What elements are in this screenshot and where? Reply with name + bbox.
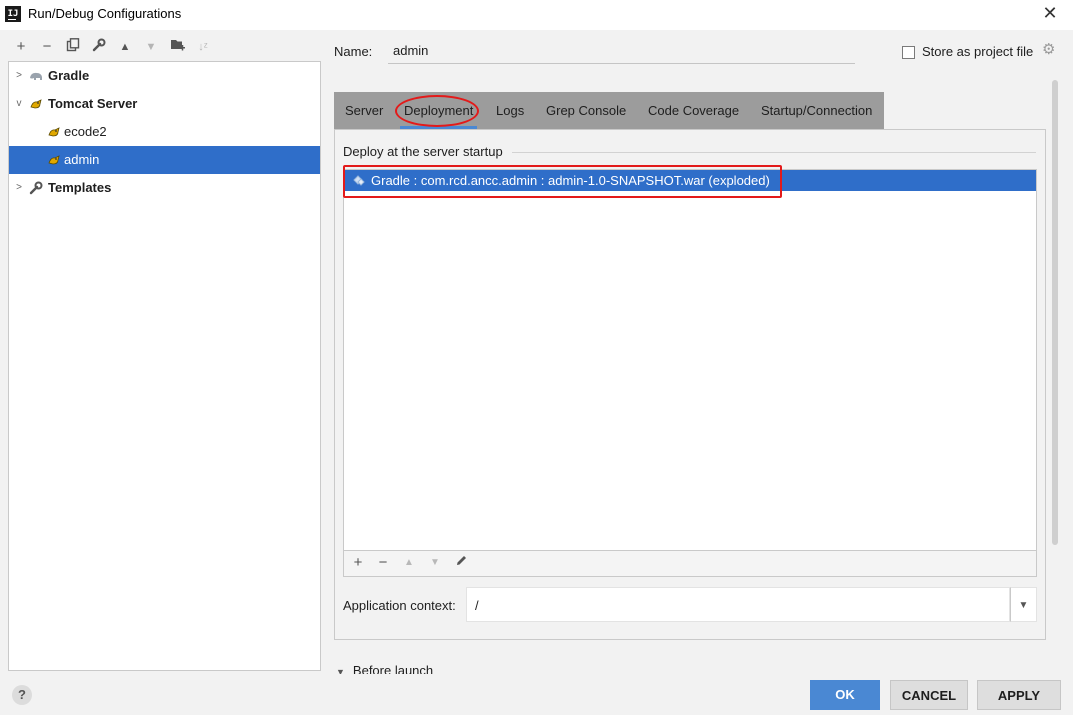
copy-icon [66,38,80,52]
tree-item-label: Templates [48,180,112,195]
application-context-label: Application context: [343,598,456,613]
tab-grep-console[interactable]: Grep Console [546,92,626,129]
help-icon[interactable]: ? [12,685,32,705]
store-as-project-file-checkbox[interactable] [902,46,915,59]
move-artifact-down-button[interactable]: ▼ [426,554,444,572]
tree-item-label: Gradle [48,68,90,83]
apply-button[interactable]: APPLY [977,680,1061,710]
before-launch-section[interactable]: ▼ Before launch [336,662,433,674]
store-as-project-file-label[interactable]: Store as project file [922,44,1033,59]
copy-configuration-button[interactable] [64,38,82,56]
edit-artifact-button[interactable] [452,554,470,572]
red-rectangle-annotation [343,165,782,198]
name-input[interactable]: admin [388,38,855,64]
move-down-button[interactable]: ▼ [142,38,160,56]
ok-button[interactable]: OK [810,680,880,710]
tree-item-tomcat-server[interactable]: v Tomcat Server [9,90,320,118]
deploy-group-title: Deploy at the server startup [343,144,503,159]
tree-item-gradle[interactable]: > Gradle [9,62,320,90]
tab-startup-connection[interactable]: Startup/Connection [761,92,872,129]
move-artifact-up-button[interactable]: ▲ [400,554,418,572]
before-launch-label: Before launch [352,663,434,674]
pencil-icon [456,556,466,565]
chevron-down-icon[interactable]: v [14,90,24,118]
wrench-icon [29,181,43,195]
tab-logs[interactable]: Logs [496,92,524,129]
chevron-down-icon[interactable]: ▼ [1010,587,1037,622]
chevron-right-icon[interactable]: > [14,62,24,90]
gradle-elephant-icon [30,72,42,80]
tree-item-ecode2[interactable]: ecode2 [9,118,320,146]
tomcat-icon [48,155,60,165]
add-artifact-button[interactable]: + [349,554,367,572]
tree-item-label: ecode2 [64,124,107,139]
window-title: Run/Debug Configurations [28,6,182,21]
tomcat-icon [48,127,60,137]
triangle-down-icon: ▼ [336,667,345,674]
wrench-icon [92,38,106,52]
tab-code-coverage[interactable]: Code Coverage [648,92,739,129]
add-configuration-button[interactable]: + [12,38,30,56]
tree-item-admin[interactable]: admin [9,146,320,174]
chevron-right-icon[interactable]: > [14,174,24,202]
move-up-button[interactable]: ▲ [116,38,134,56]
close-icon[interactable]: ✕ [1040,3,1060,23]
name-label: Name: [334,44,373,59]
tree-item-label: Tomcat Server [48,96,138,111]
sort-configurations-button[interactable]: ↓ᶻ [194,38,212,56]
move-into-folder-button[interactable] [168,38,186,56]
scrollbar[interactable] [1052,80,1058,545]
group-divider [512,152,1036,153]
red-circle-annotation [395,95,479,127]
remove-artifact-button[interactable]: − [374,554,392,572]
deployment-list[interactable] [343,169,1037,551]
application-context-input[interactable]: / [466,587,1010,622]
gear-icon[interactable]: ⚙ [1042,42,1056,57]
intellij-app-icon: IJ [5,6,21,22]
configuration-tree: > Gradle v Tomcat Server ecode2 admin > … [8,61,321,671]
cancel-button[interactable]: CANCEL [890,680,968,710]
edit-defaults-button[interactable] [90,38,108,56]
tab-server[interactable]: Server [345,92,383,129]
deployment-list-toolbar: + − ▲ ▼ [343,551,1037,577]
folder-plus-icon [170,40,185,51]
remove-configuration-button[interactable]: − [38,38,56,56]
tree-item-label: admin [64,152,100,167]
tomcat-icon [30,99,42,109]
tree-item-templates[interactable]: > Templates [9,174,320,202]
